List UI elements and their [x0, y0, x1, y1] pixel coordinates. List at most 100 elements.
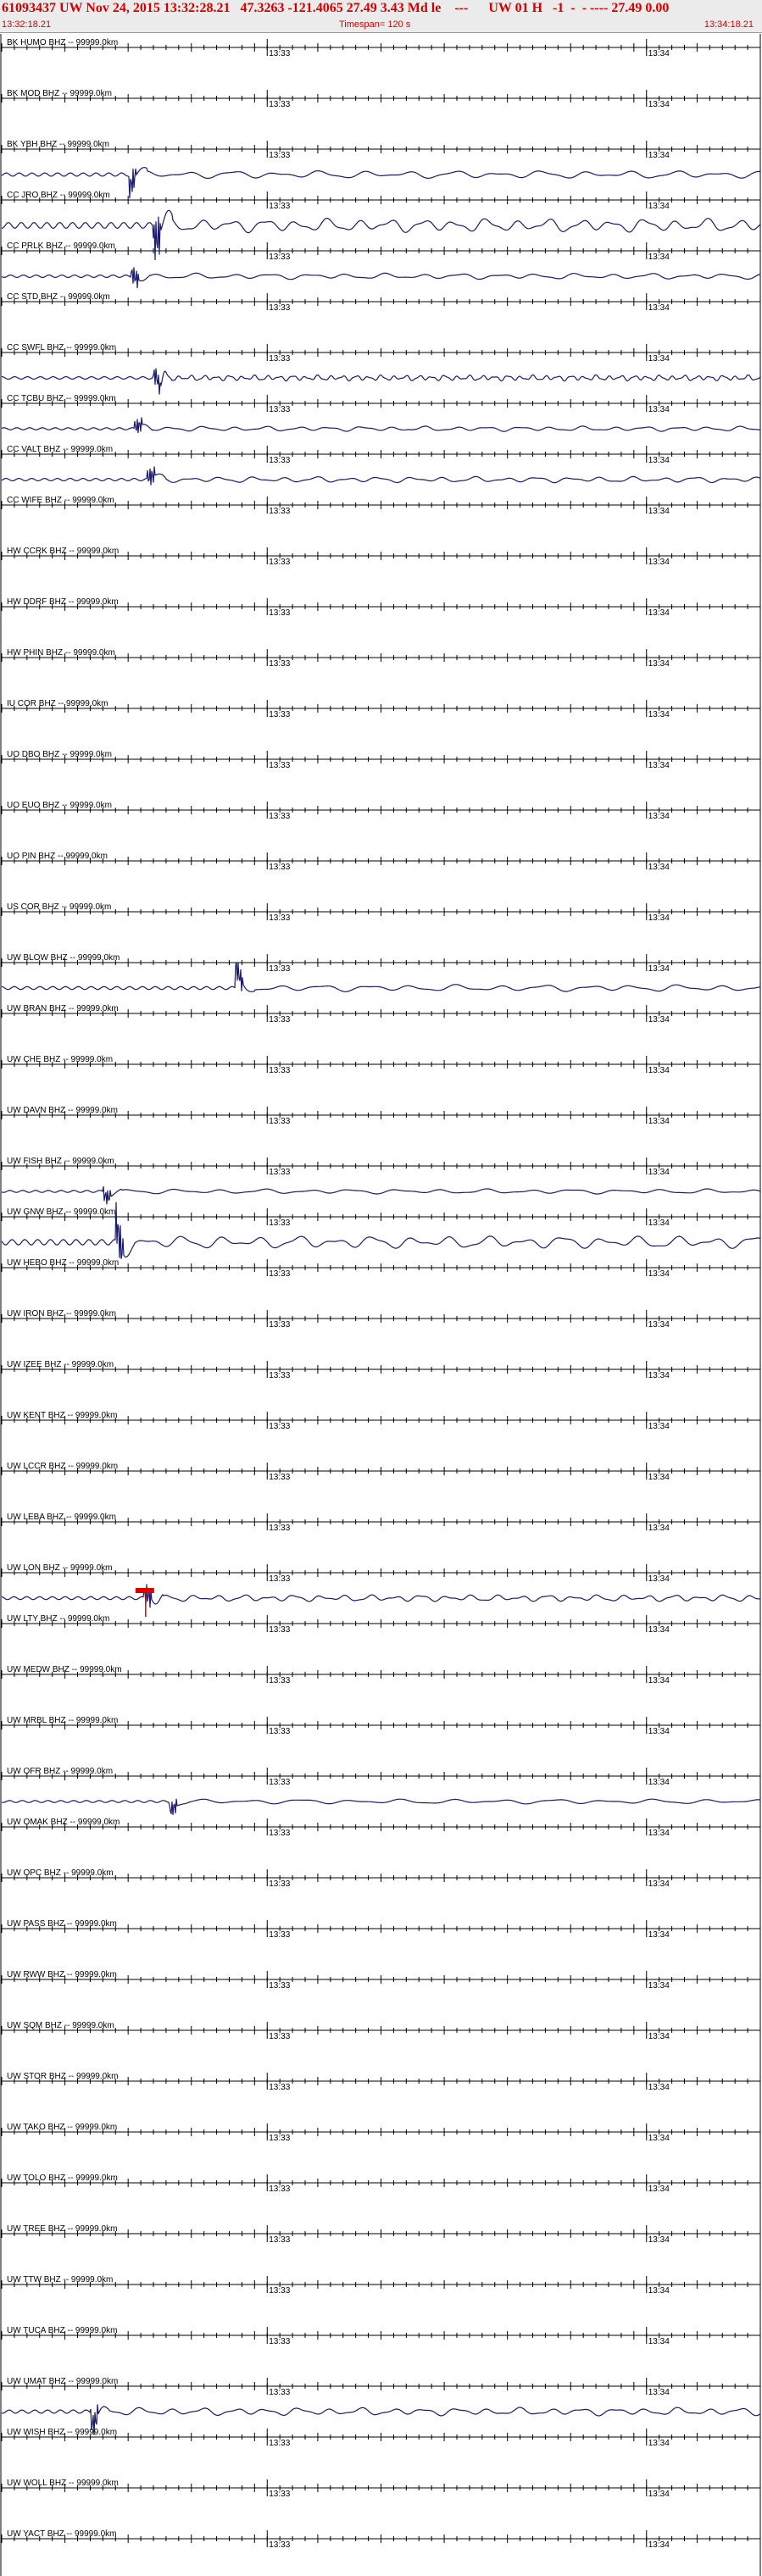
- event-summary: 61093437 UW Nov 24, 2015 13:32:28.21 47.…: [2, 1, 670, 15]
- minute-tick-label: 13:33: [269, 1473, 290, 1482]
- start-time: 13:32:18.21: [2, 19, 52, 30]
- minute-tick-label: 13:33: [269, 303, 290, 313]
- station-label: CC WIFE BHZ -- 99999.0km: [7, 496, 114, 505]
- station-label: HW CCRK BHZ -- 99999.0km: [7, 547, 119, 556]
- minute-tick-label: 13:33: [269, 456, 290, 465]
- minute-tick-label: 13:34: [648, 2540, 670, 2550]
- minute-tick-label: 13:33: [269, 1879, 290, 1889]
- minute-tick-label: 13:33: [269, 2388, 290, 2397]
- station-label: UO DBO BHZ -- 99999.0km: [7, 750, 112, 759]
- minute-tick-label: 13:34: [648, 1524, 670, 1533]
- minute-tick-label: 13:33: [269, 2083, 290, 2092]
- minute-tick-label: 13:34: [648, 1829, 670, 1838]
- station-label: UW HEBO BHZ -- 99999.0km: [7, 1258, 119, 1268]
- minute-tick-label: 13:33: [269, 1829, 290, 1838]
- station-label: CC VALT BHZ -- 99999.0km: [7, 445, 113, 454]
- station-label: BK YBH BHZ -- 99999.0km: [7, 140, 109, 149]
- station-label: UW OPC BHZ -- 99999.0km: [7, 1868, 114, 1878]
- station-label: UW CHE BHZ -- 99999.0km: [7, 1055, 113, 1064]
- station-label: UW UMAT BHZ -- 99999.0km: [7, 2377, 118, 2386]
- minute-tick-label: 13:34: [648, 964, 670, 974]
- minute-tick-label: 13:33: [269, 1320, 290, 1330]
- station-label: UW OMAK BHZ -- 99999.0km: [7, 1818, 120, 1827]
- station-label: CC JRO BHZ -- 99999.0km: [7, 191, 110, 200]
- minute-tick-label: 13:33: [269, 1625, 290, 1635]
- station-label: BK MOD BHZ -- 99999.0km: [7, 89, 112, 98]
- station-label: UO EUO BHZ -- 99999.0km: [7, 801, 112, 810]
- waveform-trace: [1, 1185, 761, 1205]
- minute-tick-label: 13:34: [648, 1879, 670, 1889]
- minute-tick-label: 13:33: [269, 1981, 290, 1990]
- minute-tick-label: 13:34: [648, 1727, 670, 1736]
- minute-tick-label: 13:33: [269, 1778, 290, 1787]
- record-header: 61093437 UW Nov 24, 2015 13:32:28.21 47.…: [0, 0, 762, 33]
- minute-tick-label: 13:34: [648, 1015, 670, 1024]
- minute-tick-label: 13:33: [269, 507, 290, 516]
- minute-tick-label: 13:33: [269, 1066, 290, 1075]
- waveform-trace: [1, 466, 761, 486]
- station-label: UW BRAN BHZ -- 99999.0km: [7, 1004, 119, 1013]
- station-label: UW LEBA BHZ -- 99999.0km: [7, 1513, 116, 1522]
- station-label: UW RWW BHZ -- 99999.0km: [7, 1970, 117, 1979]
- minute-tick-label: 13:33: [269, 1524, 290, 1533]
- minute-tick-label: 13:33: [269, 1371, 290, 1380]
- minute-tick-label: 13:33: [269, 1727, 290, 1736]
- station-label: UW TREE BHZ -- 99999.0km: [7, 2224, 117, 2234]
- phase-pick-marker: [135, 1588, 154, 1593]
- minute-tick-label: 13:34: [648, 1269, 670, 1279]
- minute-tick-label: 13:34: [648, 354, 670, 364]
- minute-tick-label: 13:33: [269, 1168, 290, 1177]
- minute-tick-label: 13:34: [648, 1930, 670, 1940]
- station-label: UW TUCA BHZ -- 99999.0km: [7, 2326, 117, 2335]
- waveform-trace: [2, 368, 761, 395]
- minute-tick-label: 13:34: [648, 2337, 670, 2346]
- station-label: UW TTW BHZ -- 99999.0km: [7, 2275, 113, 2285]
- minute-tick-label: 13:34: [648, 2134, 670, 2143]
- station-labels: BK HUMO BHZ -- 99999.0km BK MOD BHZ -- 99…: [7, 38, 122, 2539]
- station-label: UW LON BHZ -- 99999.0km: [7, 1563, 112, 1573]
- station-label: UW MEDW BHZ -- 99999.0km: [7, 1665, 122, 1674]
- minute-tick-label: 13:33: [269, 1117, 290, 1126]
- minute-tick-label: 13:34: [648, 1473, 670, 1482]
- minute-tick-label: 13:34: [648, 863, 670, 872]
- station-label: UW SQM BHZ -- 99999.0km: [7, 2021, 114, 2030]
- minute-tick-label: 13:34: [648, 1625, 670, 1635]
- end-time: 13:34:18.21: [704, 19, 754, 30]
- station-label: UW IZEE BHZ -- 99999.0km: [7, 1360, 114, 1369]
- minute-tick-label: 13:34: [648, 2286, 670, 2296]
- station-label: UW BLOW BHZ -- 99999.0km: [7, 953, 120, 963]
- minute-tick-label: 13:33: [269, 100, 290, 109]
- minute-tick-label: 13:33: [269, 863, 290, 872]
- station-label: UW STOR BHZ -- 99999.0km: [7, 2072, 119, 2081]
- station-label: CC PRLK BHZ -- 99999.0km: [7, 242, 115, 251]
- minute-tick-label: 13:34: [648, 151, 670, 160]
- plot-frame: [0, 34, 761, 2576]
- minute-tick-label: 13:34: [648, 1320, 670, 1330]
- station-label: UW YACT BHZ -- 99999.0km: [7, 2529, 116, 2539]
- minute-tick-label: 13:33: [269, 253, 290, 262]
- waveform-trace: [1, 417, 761, 434]
- minute-tick-label: 13:34: [648, 1066, 670, 1075]
- minute-tick-label: 13:34: [648, 2032, 670, 2041]
- minute-tick-label: 13:34: [648, 253, 670, 262]
- station-label: UW OFR BHZ -- 99999.0km: [7, 1767, 113, 1776]
- station-label: CC SWFL BHZ -- 99999.0km: [7, 343, 116, 353]
- minute-tick-label: 13:33: [269, 2185, 290, 2194]
- station-label: HW DDRF BHZ -- 99999.0km: [7, 597, 119, 607]
- station-label: UW TAKO BHZ -- 99999.0km: [7, 2123, 117, 2132]
- minute-tick-label: 13:33: [269, 964, 290, 974]
- station-label: UW IRON BHZ -- 99999.0km: [7, 1309, 116, 1319]
- minute-tick-label: 13:34: [648, 608, 670, 618]
- station-label: UW GNW BHZ -- 99999.0km: [7, 1208, 115, 1217]
- minute-tick-label: 13:33: [269, 2337, 290, 2346]
- station-label: HW PHIN BHZ -- 99999.0km: [7, 648, 115, 658]
- minute-tick-label: 13:33: [269, 710, 290, 719]
- minute-tick-label: 13:33: [269, 151, 290, 160]
- minute-tick-label: 13:34: [648, 2185, 670, 2194]
- minute-tick-label: 13:34: [648, 1676, 670, 1685]
- waveform-trace: [1, 267, 761, 289]
- station-label: UW MRBL BHZ -- 99999.0km: [7, 1716, 118, 1725]
- station-label: UW WISH BHZ -- 99999.0km: [7, 2428, 117, 2437]
- minute-tick-label: 13:33: [269, 2134, 290, 2143]
- minute-tick-label: 13:33: [269, 49, 290, 58]
